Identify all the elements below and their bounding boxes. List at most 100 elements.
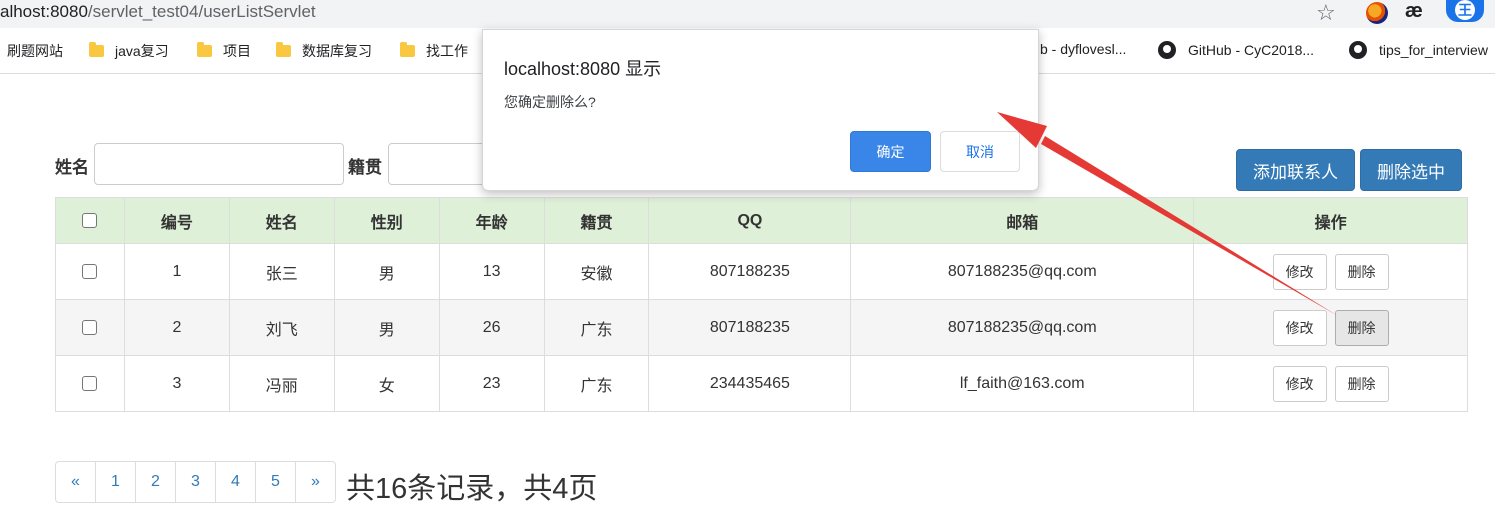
bookmark-label: b - dyflovesl... [1040, 41, 1127, 57]
pagination-page[interactable]: 3 [175, 461, 216, 503]
row-select-cell [55, 355, 125, 412]
profile-avatar-icon[interactable]: 王 [1446, 0, 1484, 22]
cell-origin: 广东 [543, 355, 650, 412]
pagination-page[interactable]: 2 [135, 461, 176, 503]
dialog-cancel-button[interactable]: 取消 [940, 131, 1020, 172]
dialog-ok-button[interactable]: 确定 [850, 131, 931, 172]
table-row: 1 张三 男 13 安徽 807188235 807188235@qq.com … [55, 243, 1468, 300]
confirm-dialog: localhost:8080 显示 您确定删除么? 确定 取消 [482, 29, 1039, 191]
pagination-prev[interactable]: « [55, 461, 96, 503]
table-row: 3 冯丽 女 23 广东 234435465 lf_faith@163.com … [55, 355, 1468, 412]
bookmark-item[interactable]: GitHub - CyC2018... [1158, 41, 1314, 59]
cell-gender: 男 [333, 243, 440, 300]
name-label: 姓名 [55, 158, 89, 177]
cell-qq: 807188235 [648, 299, 852, 356]
bookmark-label: 找工作 [426, 43, 468, 59]
add-contact-button[interactable]: 添加联系人 [1236, 149, 1355, 191]
select-all-checkbox[interactable] [82, 212, 98, 228]
folder-icon [400, 42, 415, 57]
column-header: 邮箱 [850, 197, 1195, 244]
cell-id: 2 [123, 299, 230, 356]
cell-name: 冯丽 [228, 355, 335, 412]
user-table: 编号 姓名 性别 年龄 籍贯 QQ 邮箱 操作 1 张三 男 13 安徽 807… [55, 197, 1468, 412]
cell-gender: 男 [333, 299, 440, 356]
cell-qq: 807188235 [648, 243, 852, 300]
edit-button[interactable]: 修改 [1272, 253, 1327, 290]
edit-button[interactable]: 修改 [1272, 309, 1327, 346]
origin-label: 籍贯 [348, 158, 382, 177]
cell-origin: 广东 [543, 299, 650, 356]
url-path: /servlet_test04/userListServlet [87, 2, 316, 21]
bookmark-label: 项目 [223, 43, 251, 59]
delete-button[interactable]: 删除 [1334, 365, 1389, 402]
bookmark-label: GitHub - CyC2018... [1188, 42, 1315, 58]
column-header: 籍贯 [543, 197, 650, 244]
bookmark-item[interactable]: java复习 [89, 41, 169, 61]
row-select-cell [55, 243, 125, 300]
delete-button[interactable]: 删除 [1334, 309, 1389, 346]
row-checkbox[interactable] [82, 375, 98, 391]
cell-age: 26 [438, 299, 545, 356]
cell-email: lf_faith@163.com [850, 355, 1195, 412]
table-row: 2 刘飞 男 26 广东 807188235 807188235@qq.com … [55, 299, 1468, 356]
table-header-row: 编号 姓名 性别 年龄 籍贯 QQ 邮箱 操作 [55, 197, 1468, 244]
bookmark-item[interactable]: 项目 [197, 41, 251, 61]
select-all-cell [55, 197, 125, 244]
url-text[interactable]: alhost:8080/servlet_test04/userListServl… [0, 2, 316, 22]
bookmark-item[interactable]: 找工作 [400, 41, 468, 61]
cell-origin: 安徽 [543, 243, 650, 300]
cell-email: 807188235@qq.com [850, 243, 1195, 300]
browser-url-bar[interactable]: alhost:8080/servlet_test04/userListServl… [0, 0, 1495, 28]
cell-gender: 女 [333, 355, 440, 412]
name-search-input[interactable] [94, 143, 344, 185]
folder-icon [276, 42, 291, 57]
bookmark-label: 数据库复习 [302, 43, 372, 59]
cell-id: 3 [123, 355, 230, 412]
delete-button[interactable]: 删除 [1334, 253, 1389, 290]
cell-age: 23 [438, 355, 545, 412]
record-summary: 共16条记录，共4页 [346, 473, 598, 505]
pagination-next[interactable]: » [295, 461, 336, 503]
pagination: « 1 2 3 4 5 » [55, 461, 336, 503]
row-checkbox[interactable] [82, 319, 98, 335]
folder-icon [89, 42, 104, 57]
bookmark-item[interactable]: tips_for_interview [1349, 41, 1488, 59]
bookmark-item[interactable]: 刷题网站 [7, 41, 63, 61]
extension-icon[interactable] [1366, 2, 1388, 24]
url-host: alhost:8080 [0, 2, 88, 21]
origin-search-input[interactable] [388, 143, 488, 185]
cell-qq: 234435465 [648, 355, 852, 412]
bookmark-star-icon[interactable]: ☆ [1316, 0, 1336, 26]
cell-actions: 修改 删除 [1193, 299, 1468, 356]
pagination-page[interactable]: 4 [215, 461, 256, 503]
column-header: 年龄 [438, 197, 545, 244]
pagination-page[interactable]: 1 [95, 461, 136, 503]
cell-age: 13 [438, 243, 545, 300]
cell-id: 1 [123, 243, 230, 300]
cell-name: 刘飞 [228, 299, 335, 356]
github-icon [1158, 41, 1176, 59]
pagination-page[interactable]: 5 [255, 461, 296, 503]
column-header: 操作 [1193, 197, 1468, 244]
bookmark-label: java复习 [115, 43, 169, 59]
folder-icon [197, 42, 212, 57]
column-header: 编号 [123, 197, 230, 244]
edit-button[interactable]: 修改 [1272, 365, 1327, 402]
bookmark-label: 刷题网站 [7, 43, 63, 59]
column-header: 性别 [333, 197, 440, 244]
dialog-message: 您确定删除么? [504, 94, 596, 110]
cell-email: 807188235@qq.com [850, 299, 1195, 356]
column-header: 姓名 [228, 197, 335, 244]
extension-ae-icon[interactable]: æ [1405, 0, 1423, 23]
profile-avatar-glyph: 王 [1455, 0, 1475, 20]
row-checkbox[interactable] [82, 263, 98, 279]
column-header: QQ [648, 197, 852, 244]
bookmark-label: tips_for_interview [1379, 42, 1488, 58]
bookmark-item[interactable]: b - dyflovesl... [1040, 41, 1126, 57]
github-icon [1349, 41, 1367, 59]
cell-actions: 修改 删除 [1193, 355, 1468, 412]
bookmark-item[interactable]: 数据库复习 [276, 41, 372, 61]
delete-selected-button[interactable]: 删除选中 [1360, 149, 1462, 191]
cell-name: 张三 [228, 243, 335, 300]
dialog-title: localhost:8080 显示 [504, 59, 662, 79]
